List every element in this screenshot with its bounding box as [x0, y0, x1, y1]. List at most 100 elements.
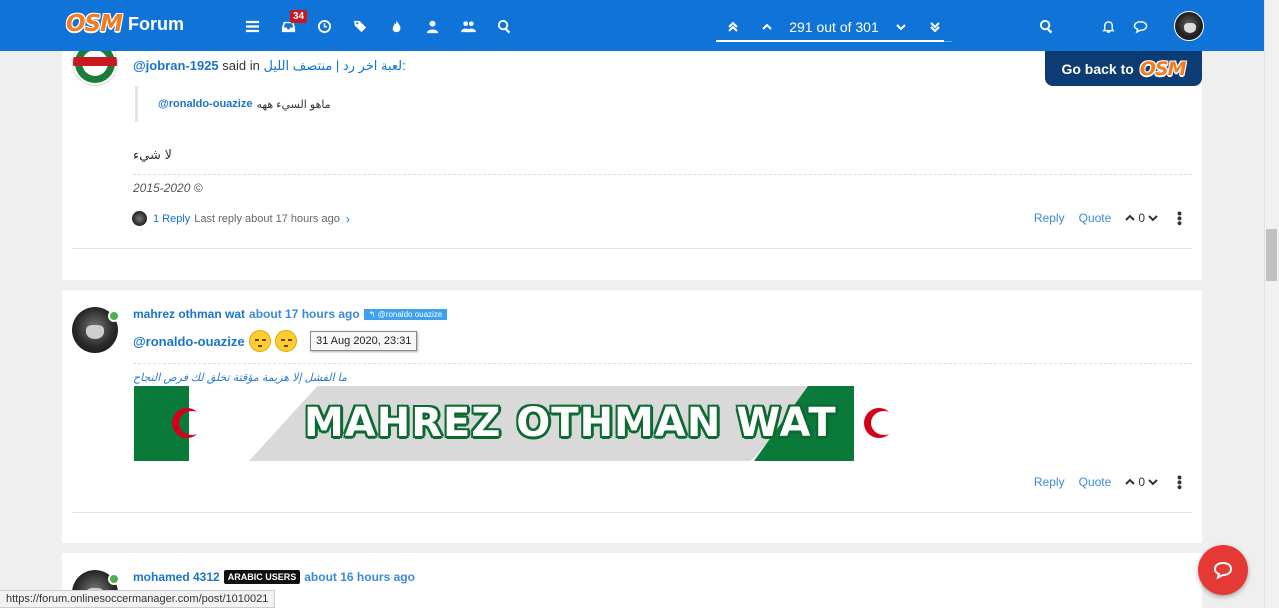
group-badge[interactable]: ARABIC USERS [223, 570, 301, 584]
popular-button[interactable] [378, 14, 414, 38]
osm-logo: OSM [1139, 57, 1187, 80]
unamused-emoji-icon [274, 330, 297, 352]
first-post-button[interactable] [716, 13, 750, 41]
groups-button[interactable] [450, 14, 486, 38]
reply-button[interactable]: Reply [1034, 475, 1065, 489]
search-button[interactable] [1030, 14, 1062, 38]
quote-header: @jobran-1925 said in لعبة اخر رد | منتصف… [133, 58, 406, 74]
signature-divider [133, 174, 1192, 175]
reply-button[interactable]: Reply [1034, 211, 1065, 225]
browser-status-url: https://forum.onlinesoccermanager.com/po… [0, 590, 276, 608]
search-nav-button[interactable] [486, 14, 522, 38]
clock-icon [317, 19, 331, 33]
signature-banner-image: MAHREZ OTHMAN WAT [134, 386, 934, 461]
top-navbar: OSM Forum 34 291 out of 301 [0, 0, 1264, 51]
reply-arrow-icon: ↰ [368, 309, 378, 319]
post-actions: Reply Quote 0 ••• [1020, 211, 1188, 226]
quoted-user-link[interactable]: @jobran-1925 [133, 58, 219, 73]
replier-avatar [132, 211, 147, 226]
go-back-to-osm-button[interactable]: Go back to OSM [1045, 51, 1202, 86]
upvote-icon[interactable] [1125, 213, 1136, 223]
unamused-emoji-icon [248, 330, 271, 352]
notification-count-badge: 34 [290, 10, 308, 23]
timestamp-tooltip: 31 Aug 2020, 23:31 [310, 331, 418, 351]
signature-divider [133, 363, 1192, 364]
reply-to-user: @ronaldo ouazize [377, 309, 443, 319]
post-header: mahrez othman wat about 17 hours ago ↰ @… [133, 307, 448, 321]
brand[interactable]: OSM Forum [66, 11, 184, 37]
post-content: لا شيء [133, 147, 172, 162]
vote-control: 0 [1125, 475, 1158, 489]
user-avatar[interactable] [1174, 11, 1204, 41]
chats-button[interactable] [1124, 14, 1156, 38]
username-link[interactable]: mahrez othman wat [133, 307, 245, 321]
users-button[interactable] [414, 14, 450, 38]
categories-button[interactable] [234, 14, 270, 38]
scrollbar-thumb[interactable] [1266, 229, 1277, 281]
chat-icon [1213, 561, 1233, 580]
quoted-mention-link[interactable]: @ronaldo-ouazize [158, 98, 252, 110]
quote-button[interactable]: Quote [1079, 211, 1112, 225]
last-post-button[interactable] [918, 13, 952, 41]
user-nav [1030, 11, 1204, 41]
page-scrollbar[interactable] [1264, 0, 1279, 608]
replies-summary[interactable]: 1 Reply Last reply about 17 hours ago › [132, 211, 350, 226]
post-header: mohamed 4312 ARABIC USERS about 16 hours… [133, 570, 415, 584]
post-pagination: 291 out of 301 [716, 12, 952, 42]
post: mahrez othman wat about 17 hours ago ↰ @… [62, 290, 1202, 543]
post-divider [72, 512, 1192, 513]
blockquote: @ronaldo-ouazize ماهو السيء ههه [135, 86, 331, 122]
banner-text: MAHREZ OTHMAN WAT [304, 400, 837, 446]
upvote-icon[interactable] [1125, 477, 1136, 487]
online-status-indicator [108, 310, 120, 322]
more-options-icon[interactable]: ••• [1172, 475, 1188, 490]
topic-link[interactable]: لعبة اخر رد | منتصف الليل: [263, 58, 405, 73]
tags-icon [353, 20, 366, 32]
floating-chat-button[interactable] [1198, 545, 1248, 595]
quote-button[interactable]: Quote [1079, 475, 1112, 489]
downvote-icon[interactable] [1148, 213, 1158, 223]
post-actions: Reply Quote 0 ••• [1020, 475, 1188, 490]
quoted-text: ماهو السيء ههه [256, 98, 331, 111]
user-icon [426, 20, 438, 33]
vote-control: 0 [1125, 211, 1158, 225]
post-content: @ronaldo-ouazize [133, 330, 297, 352]
more-options-icon[interactable]: ••• [1172, 211, 1188, 226]
osm-logo: OSM [66, 11, 123, 37]
downvote-icon[interactable] [1148, 477, 1158, 487]
signature: 2015-2020 © [133, 181, 203, 195]
double-chevron-up-icon [728, 21, 738, 32]
chevron-up-icon [762, 23, 773, 30]
post-timestamp[interactable]: about 17 hours ago [249, 307, 360, 321]
menu-icon [245, 20, 259, 32]
said-in-text: said in [222, 58, 260, 73]
go-back-label: Go back to [1061, 60, 1134, 77]
search-icon [1039, 19, 1052, 34]
chevron-down-icon [895, 23, 906, 30]
post-timestamp[interactable]: about 16 hours ago [304, 570, 415, 584]
double-chevron-down-icon [930, 21, 940, 32]
users-icon [460, 20, 476, 32]
unread-button[interactable]: 34 [270, 10, 308, 38]
post: @jobran-1925 said in لعبة اخر رد | منتصف… [62, 30, 1202, 280]
mention-link[interactable]: @ronaldo-ouazize [133, 334, 245, 349]
signature-text: ما الفشل إلا هزيمة مؤقتة تخلق لك فرص الن… [133, 372, 347, 384]
algeria-flag-left [134, 386, 264, 461]
vote-count: 0 [1138, 211, 1145, 226]
bell-icon [1101, 20, 1115, 33]
username-link[interactable]: mohamed 4312 [133, 570, 220, 584]
pagination-text[interactable]: 291 out of 301 [784, 19, 883, 35]
vote-count: 0 [1138, 475, 1145, 490]
tags-button[interactable] [342, 14, 378, 38]
previous-post-button[interactable] [750, 13, 784, 41]
search-icon [497, 19, 510, 34]
recent-button[interactable] [306, 14, 342, 38]
reply-to-badge[interactable]: ↰ @ronaldo ouazize [363, 308, 448, 320]
notifications-button[interactable] [1092, 14, 1124, 38]
brand-title: Forum [128, 13, 185, 34]
next-post-button[interactable] [884, 13, 918, 41]
last-reply-text: Last reply about 17 hours ago [194, 212, 340, 225]
main-nav-icons: 34 [234, 10, 522, 38]
replies-count[interactable]: 1 Reply [153, 213, 190, 225]
chat-icon [1133, 20, 1147, 34]
